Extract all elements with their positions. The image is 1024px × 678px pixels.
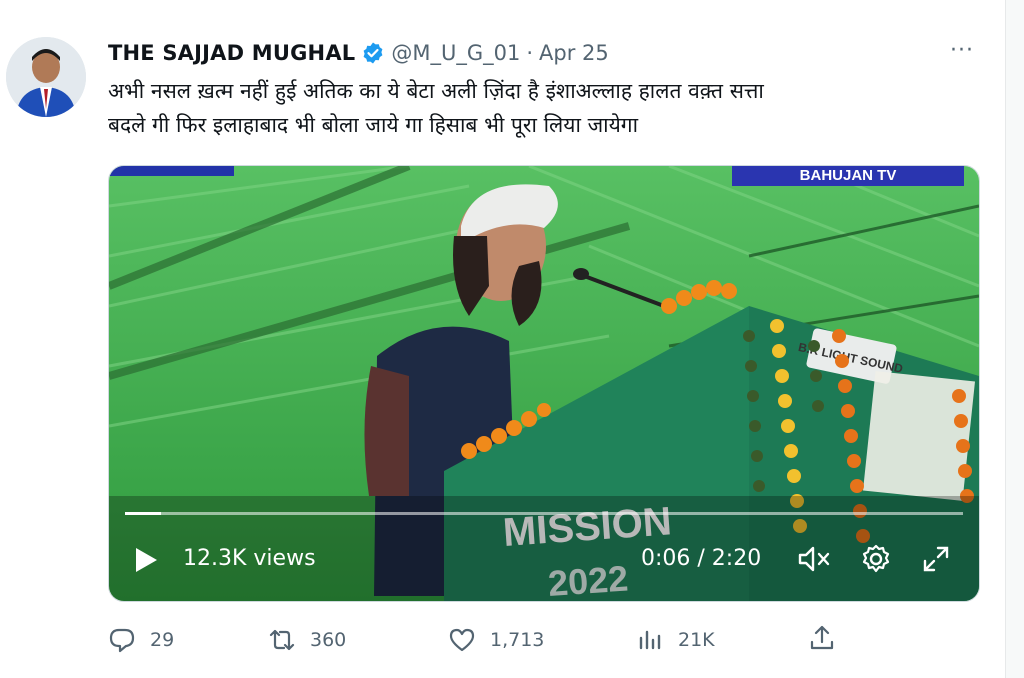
repost-count: 360 [310,629,347,651]
separator-dot: · [526,41,534,65]
reply-icon [109,628,135,653]
like-button[interactable]: 1,713 [448,622,544,658]
banner-text: BAHUJAN TV [800,167,897,184]
tweet-header: THE SAJJAD MUGHAL @M_U_G_01 · Apr 25 [108,38,609,68]
mute-icon[interactable] [797,544,831,574]
reply-count: 29 [150,629,175,651]
tweet-text: अभी नसल ख़त्म नहीं हुई अतिक का ये बेटा अ… [108,74,978,142]
share-icon[interactable] [808,624,836,652]
reply-button[interactable]: 29 [108,622,174,658]
video-frame: BAHUJAN TV B.K LIGHT SOUND MISSION 2022 [109,166,979,601]
repost-button[interactable]: 360 [268,622,346,658]
video-views: 12.3K views [183,546,316,571]
fullscreen-icon[interactable] [921,544,951,574]
scrollbar-gutter[interactable] [1005,0,1024,678]
settings-icon[interactable] [861,544,891,574]
views-count: 21K [678,629,715,651]
analytics-button[interactable]: 21K [636,622,715,658]
tweet-text-line: अभी नसल ख़त्म नहीं हुई अतिक का ये बेटा अ… [108,79,764,103]
handle[interactable]: @M_U_G_01 [391,41,520,65]
like-count: 1,713 [490,629,545,651]
video-progress-bar[interactable] [125,512,963,515]
tweet-text-line: बदले गी फिर इलाहाबाद भी बोला जाये गा हिस… [108,113,639,137]
video-player[interactable]: BAHUJAN TV B.K LIGHT SOUND MISSION 2022 [108,165,980,602]
like-icon [449,628,475,652]
verified-badge-icon [361,41,385,65]
avatar-image [6,37,86,117]
video-time: 0:06 / 2:20 [641,546,762,571]
display-name[interactable]: THE SAJJAD MUGHAL [108,41,355,65]
tweet-actions: 29 360 1,713 21K [108,622,978,658]
analytics-icon [639,630,661,650]
video-progress-fill [125,512,162,515]
avatar[interactable] [6,37,86,117]
repost-icon [269,629,295,651]
play-icon[interactable] [133,546,159,574]
video-controls: 12.3K views 0:06 / 2:20 [109,538,979,588]
tweet-date[interactable]: Apr 25 [539,41,609,65]
more-icon[interactable]: ··· [944,38,980,68]
